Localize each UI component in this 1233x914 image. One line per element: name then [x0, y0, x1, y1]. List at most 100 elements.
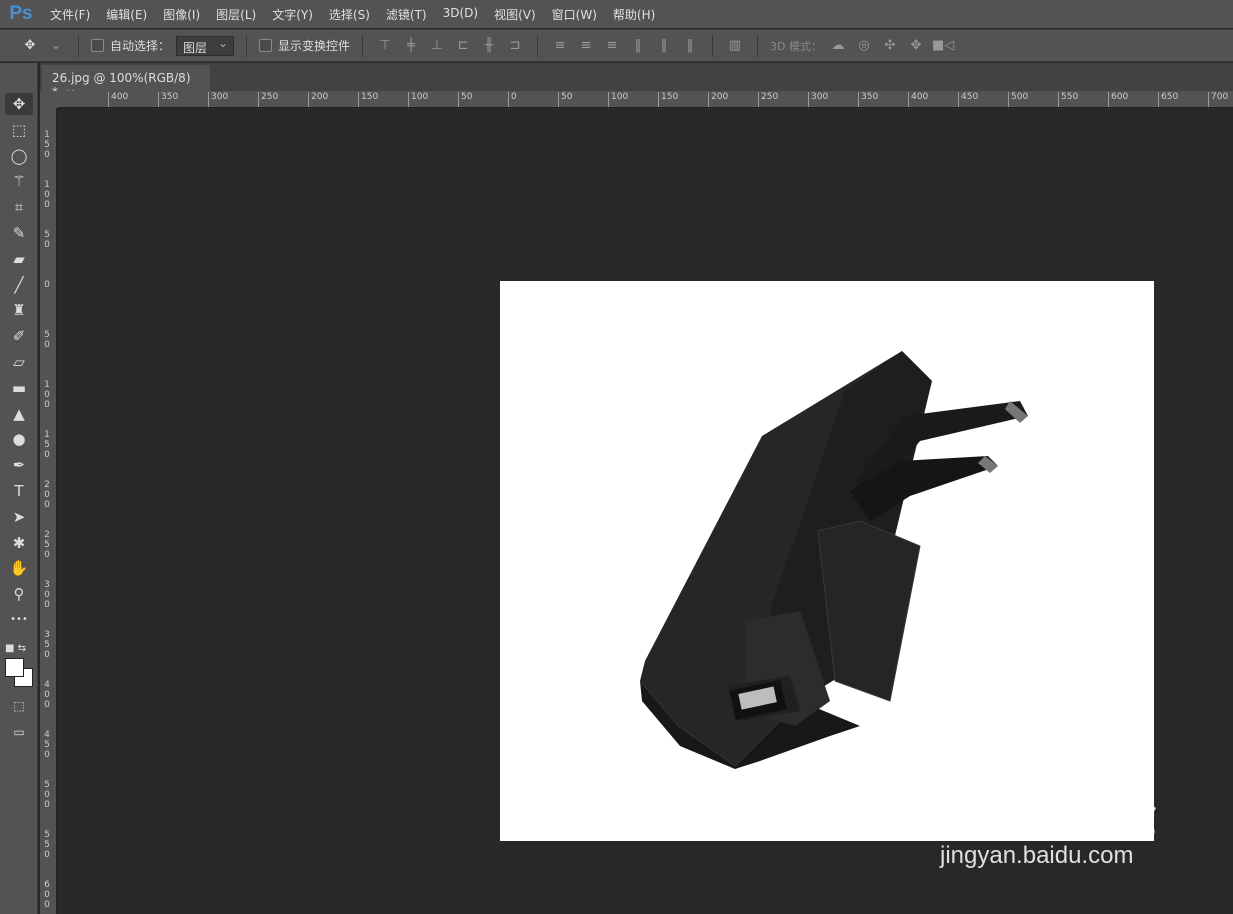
3d-camera-icon[interactable]: ■◁: [932, 38, 954, 53]
eraser-icon[interactable]: ▱: [5, 351, 33, 373]
menu-item[interactable]: 窗口(W): [544, 6, 605, 23]
ruler-label: 200: [708, 92, 728, 107]
ruler-label: 100: [44, 380, 50, 410]
blur-icon[interactable]: ▲: [5, 403, 33, 425]
ruler-label: 50: [44, 230, 50, 250]
auto-select-checkbox[interactable]: [91, 39, 104, 52]
move-icon[interactable]: ✥: [5, 93, 33, 115]
foreground-color-swatch[interactable]: [5, 658, 24, 677]
menu-item[interactable]: 选择(S): [321, 6, 378, 23]
marquee-icon[interactable]: ⬚: [5, 119, 33, 141]
3d-slide-icon[interactable]: ✥: [906, 38, 926, 53]
baidu-watermark: Baidu经验 jingyan.baidu.com: [940, 780, 1157, 870]
ruler-label: 400: [44, 680, 50, 710]
distribute-hcenter-icon[interactable]: ‖: [654, 38, 674, 53]
distribute-vcenter-icon[interactable]: ≡: [576, 38, 596, 53]
ruler-label: 150: [358, 92, 378, 107]
ruler-label: 400: [108, 92, 128, 107]
document-tab-bar: 26.jpg @ 100%(RGB/8) *×: [40, 63, 1233, 99]
show-transform-checkbox[interactable]: [259, 39, 273, 52]
distribute-right-icon[interactable]: ‖: [680, 38, 700, 53]
3d-mode-label: 3D 模式：: [770, 39, 822, 53]
horizontal-ruler[interactable]: 400 350 300 250 200 150 100 50 0 50 100 150 200 250 30…: [58, 91, 1233, 108]
menu-item[interactable]: 图层(L): [208, 6, 264, 23]
ruler-label: 0: [44, 280, 50, 290]
move-tool-icon[interactable]: ✥: [20, 38, 40, 53]
ruler-label: 250: [758, 92, 778, 107]
ruler-label: 150: [44, 430, 50, 460]
menu-item[interactable]: 滤镜(T): [378, 6, 435, 23]
chevron-down-icon[interactable]: ⌄: [46, 38, 66, 53]
ruler-label: 300: [44, 580, 50, 610]
3d-orbit-icon[interactable]: ☁: [828, 38, 848, 53]
zoom-icon[interactable]: ⚲: [5, 583, 33, 605]
type-icon[interactable]: T: [5, 480, 33, 502]
align-hcenter-icon[interactable]: ╫: [479, 38, 499, 53]
swap-colors-icon[interactable]: ■ ⇆: [5, 638, 33, 660]
photoshop-logo: Ps: [9, 3, 33, 24]
more-icon[interactable]: •••: [5, 609, 33, 631]
gradient-icon[interactable]: ▬: [5, 377, 33, 399]
menu-item[interactable]: 视图(V): [486, 6, 544, 23]
align-vcenter-icon[interactable]: ╪: [401, 38, 421, 53]
ruler-label: 50: [44, 330, 50, 350]
document-tab[interactable]: 26.jpg @ 100%(RGB/8) *×: [42, 65, 210, 99]
magic-wand-icon[interactable]: ⚚: [5, 170, 33, 192]
ruler-label: 300: [808, 92, 828, 107]
history-brush-icon[interactable]: ✐: [5, 325, 33, 347]
menu-item[interactable]: 文件(F): [42, 6, 98, 23]
align-top-icon[interactable]: ⊤: [375, 38, 395, 53]
menu-item[interactable]: 3D(D): [435, 6, 486, 23]
align-right-icon[interactable]: ⊐: [505, 38, 525, 53]
dodge-icon[interactable]: ●: [5, 428, 33, 450]
ruler-label: 100: [44, 180, 50, 210]
hand-icon[interactable]: ✋: [5, 557, 33, 579]
path-selection-icon[interactable]: ➤: [5, 506, 33, 528]
clone-stamp-icon[interactable]: ♜: [5, 299, 33, 321]
ruler-label: 350: [158, 92, 178, 107]
pen-icon[interactable]: ✒: [5, 454, 33, 476]
ruler-label: 700: [1208, 92, 1228, 107]
auto-select-dropdown[interactable]: 图层: [176, 35, 235, 56]
ruler-label: 500: [1008, 92, 1028, 107]
menu-bar: Ps 文件(F) 编辑(E) 图像(I) 图层(L) 文字(Y) 选择(S) 滤镜(T) 3D…: [0, 0, 1233, 28]
menu-item[interactable]: 编辑(E): [98, 6, 155, 23]
ruler-label: 50: [458, 92, 472, 107]
menu-item[interactable]: 文字(Y): [264, 6, 321, 23]
auto-select-label: 自动选择：: [110, 39, 171, 53]
align-bottom-icon[interactable]: ⊥: [427, 38, 447, 53]
options-bar: ✥ ⌄ 自动选择： 图层 显示变换控件 ⊤ ╪ ⊥ ⊏ ╫ ⊐ ≡ ≡ ≡ ‖ …: [0, 29, 1233, 62]
lasso-icon[interactable]: ◯: [5, 145, 33, 167]
quick-mask-icon[interactable]: ⬚: [5, 695, 33, 717]
ruler-label: 250: [258, 92, 278, 107]
ruler-label: 600: [1108, 92, 1128, 107]
3d-roll-icon[interactable]: ◎: [854, 38, 874, 53]
ruler-label: 300: [208, 92, 228, 107]
distribute-bottom-icon[interactable]: ≡: [602, 38, 622, 53]
ruler-label: 0: [508, 92, 517, 107]
auto-align-icon[interactable]: ▥: [725, 38, 745, 53]
screen-mode-icon[interactable]: ▭: [5, 721, 33, 743]
document-canvas-image[interactable]: [500, 281, 1154, 841]
3d-pan-icon[interactable]: ✣: [880, 38, 900, 53]
ruler-label: 550: [44, 830, 50, 860]
ruler-label: 450: [958, 92, 978, 107]
ruler-label: 150: [44, 130, 50, 160]
menu-item[interactable]: 帮助(H): [605, 6, 663, 23]
vertical-ruler[interactable]: 150 100 50 0 50 100 150 200 250 300 350 400 450 500 55…: [40, 108, 57, 914]
ruler-label: 350: [44, 630, 50, 660]
distribute-left-icon[interactable]: ‖: [628, 38, 648, 53]
align-left-icon[interactable]: ⊏: [453, 38, 473, 53]
ruler-label: 600: [44, 880, 50, 910]
healing-brush-icon[interactable]: ▰: [5, 248, 33, 270]
shape-icon[interactable]: ✱: [5, 532, 33, 554]
toolbox: ✥ ⬚ ◯ ⚚ ⌗ ✎ ▰ ╱ ♜ ✐ ▱ ▬ ▲ ● ✒ T ➤ ✱ ✋ ⚲ ••• ⬚ ▭ ■ ⇆: [0, 63, 38, 914]
ruler-label: 200: [308, 92, 328, 107]
distribute-top-icon[interactable]: ≡: [550, 38, 570, 53]
eyedropper-icon[interactable]: ✎: [5, 222, 33, 244]
crop-icon[interactable]: ⌗: [5, 196, 33, 218]
ruler-label: 550: [1058, 92, 1078, 107]
brush-icon[interactable]: ╱: [5, 274, 33, 296]
menu-item[interactable]: 图像(I): [155, 6, 208, 23]
show-transform-label: 显示变换控件: [278, 39, 351, 53]
